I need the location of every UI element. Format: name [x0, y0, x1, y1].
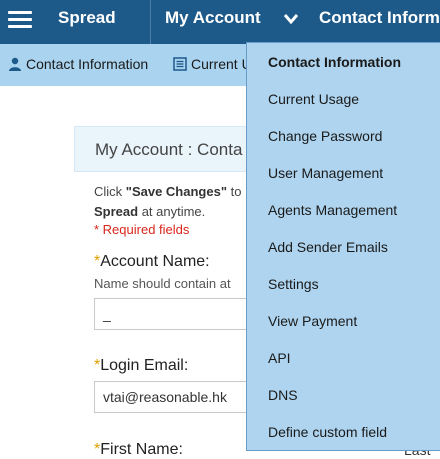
account-name-help: Name should contain at — [94, 276, 231, 291]
first-name-label: *First Name: — [94, 441, 183, 459]
first-name-label-text: First Name: — [100, 441, 183, 458]
menu-item-view-payment[interactable]: View Payment — [268, 313, 357, 329]
intro-brand: Spread — [94, 204, 139, 219]
list-icon — [173, 57, 187, 74]
account-name-label-text: Account Name: — [100, 253, 210, 270]
menu-item-dns[interactable]: DNS — [268, 387, 298, 403]
intro-save-changes: "Save Changes" — [125, 184, 227, 199]
app-root: Spread My Account Contact Informa Contac… — [0, 0, 440, 459]
subnav-contact-information[interactable]: Contact Information — [8, 56, 148, 74]
menu-item-api[interactable]: API — [268, 350, 291, 366]
intro-mid: to — [226, 184, 242, 199]
subnav-current-usage[interactable]: Current U — [173, 56, 252, 74]
login-email-label-text: Login Email: — [100, 357, 189, 374]
nav-my-account[interactable]: My Account — [165, 8, 261, 28]
required-fields-note: * Required fields — [94, 222, 190, 237]
hamburger-menu-icon[interactable] — [8, 11, 32, 29]
menu-item-contact-information[interactable]: Contact Information — [268, 54, 401, 70]
intro-rest: at anytime. — [138, 204, 206, 219]
menu-item-change-password[interactable]: Change Password — [268, 128, 382, 144]
subnav-contact-information-label: Contact Information — [26, 56, 149, 72]
menu-item-agents-management[interactable]: Agents Management — [268, 202, 397, 218]
my-account-dropdown: Contact Information Current Usage Change… — [246, 42, 440, 451]
top-navbar: Spread My Account Contact Informa — [0, 0, 440, 44]
chevron-down-icon[interactable] — [283, 12, 299, 30]
menu-item-current-usage[interactable]: Current Usage — [268, 91, 359, 107]
subnav-current-usage-label: Current U — [191, 56, 252, 72]
user-icon — [8, 57, 22, 74]
nav-contact-information[interactable]: Contact Informa — [319, 8, 440, 28]
menu-item-add-sender-emails[interactable]: Add Sender Emails — [268, 239, 388, 255]
menu-item-define-custom-field[interactable]: Define custom field — [268, 424, 387, 440]
nav-divider — [150, 0, 151, 44]
login-email-label: *Login Email: — [94, 357, 188, 375]
intro-pre: Click — [94, 184, 126, 199]
brand-link[interactable]: Spread — [58, 8, 116, 28]
page-title: My Account : Conta — [95, 140, 243, 159]
menu-item-user-management[interactable]: User Management — [268, 165, 383, 181]
account-name-label: *Account Name: — [94, 253, 210, 271]
menu-item-settings[interactable]: Settings — [268, 276, 319, 292]
